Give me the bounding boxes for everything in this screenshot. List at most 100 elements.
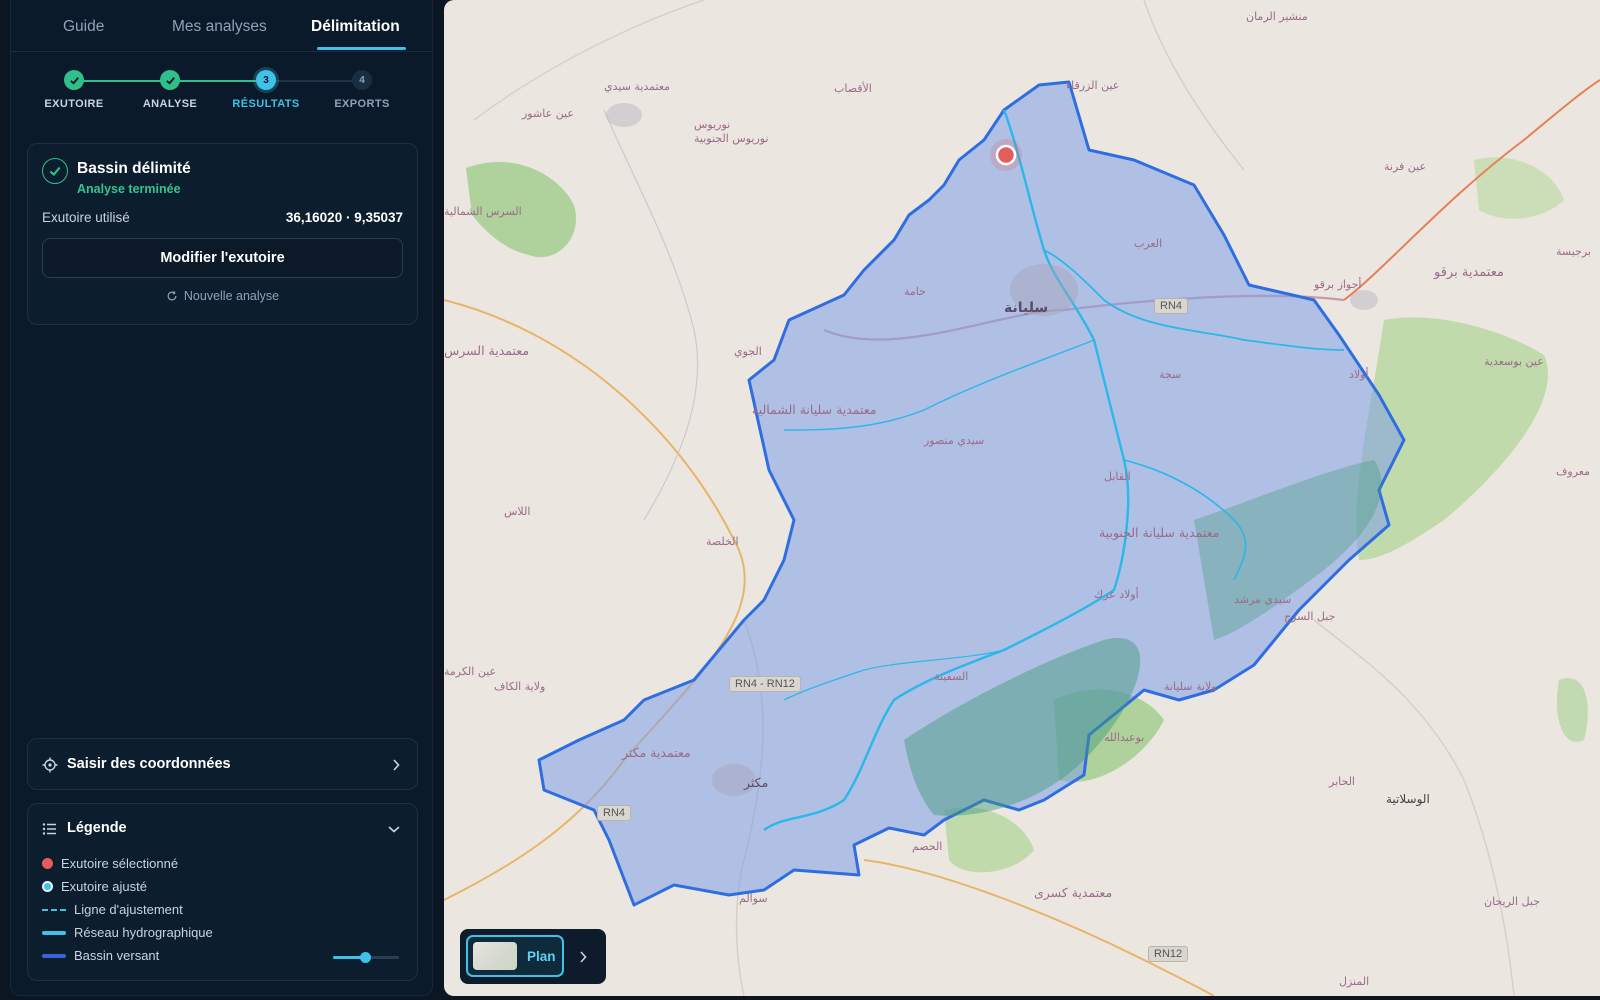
map-label: عين الكرمة: [444, 665, 497, 678]
step-label-exports: EXPORTS: [334, 98, 390, 110]
result-status-card: Bassin délimité Analyse terminée Exutoir…: [27, 143, 418, 325]
map-label: الحابر: [1329, 775, 1355, 788]
success-check-icon: [42, 158, 68, 184]
map-label: نوريوس: [694, 118, 731, 131]
map-canvas[interactable]: [444, 0, 1600, 996]
chevron-right-icon: [393, 759, 400, 771]
legend-label: Ligne d'ajustement: [74, 902, 183, 917]
map-label: معتمدية مكثر: [622, 745, 691, 760]
crosshair-icon: [42, 757, 58, 773]
legend-title: Légende: [67, 820, 127, 836]
refresh-icon: [167, 290, 177, 301]
map-label: العرب: [1134, 237, 1163, 250]
legend-label: Exutoire sélectionné: [61, 856, 179, 871]
list-icon: [42, 823, 56, 835]
new-analysis-link[interactable]: Nouvelle analyse: [28, 289, 417, 303]
map-label: أولاد عرك: [1094, 588, 1139, 601]
status-title: Bassin délimité: [77, 160, 191, 177]
map-label: معتمدية السرس: [444, 343, 530, 358]
thick-line-icon: [42, 930, 66, 935]
map-label: معتمدية سليانة الجنوبية: [1099, 525, 1220, 540]
map-label: معتمدية برقو: [1434, 265, 1504, 280]
tab-guide[interactable]: Guide: [63, 18, 104, 36]
stepper: 3 4 EXUTOIRE ANALYSE RÉSULTATS EXPORTS: [11, 52, 432, 122]
step-connector-1: [83, 80, 171, 82]
map-label: عين فرنة: [1384, 160, 1427, 173]
legend-item-river-network: Réseau hydrographique: [42, 925, 213, 940]
outlet-coordinates: 36,16020 · 9,35037: [285, 210, 403, 225]
legend-panel: Légende Exutoire sélectionné Exutoire aj…: [27, 803, 418, 981]
legend-label: Réseau hydrographique: [74, 925, 213, 940]
map-label: جبل الريحان: [1484, 895, 1541, 908]
step-1-check-icon[interactable]: [64, 70, 84, 90]
map-label: مكثر: [744, 775, 769, 790]
map-label: الحصم: [912, 840, 943, 853]
tab-mes-analyses[interactable]: Mes analyses: [172, 18, 267, 36]
basemap-switcher: Plan: [460, 929, 606, 984]
map-label: السرس الشمالية: [444, 205, 522, 218]
modify-outlet-button[interactable]: Modifier l'exutoire: [42, 238, 403, 278]
legend-item-selected-outlet: Exutoire sélectionné: [42, 856, 178, 871]
tab-delimitation[interactable]: Délimitation: [311, 18, 400, 36]
map-label: معتمدية سيدي: [604, 80, 671, 93]
map-label: القابل: [1104, 470, 1131, 483]
map-label: السفينة: [934, 670, 969, 683]
map-label: نوريوس الجنوبية: [694, 132, 769, 145]
map-label: ولاية الكاف: [494, 680, 546, 693]
opacity-slider-handle[interactable]: [360, 952, 371, 963]
step-connector-2: [179, 80, 267, 82]
map-label: المنزل: [1339, 975, 1370, 988]
new-analysis-label: Nouvelle analyse: [183, 289, 280, 303]
selected-outlet-marker: [995, 144, 1017, 166]
map-label: حامة: [904, 285, 926, 298]
outlet-label: Exutoire utilisé: [42, 210, 130, 225]
step-label-exutoire: EXUTOIRE: [44, 98, 104, 110]
legend-item-adjustment-line: Ligne d'ajustement: [42, 902, 183, 917]
enter-coordinates-label: Saisir des coordonnées: [67, 756, 231, 772]
opacity-slider[interactable]: [333, 952, 399, 963]
map-label: بوعبدالله: [1104, 731, 1145, 744]
map-label: سوالم: [739, 892, 768, 905]
app-root: Guide Mes analyses Délimitation 3 4 EXUT…: [0, 0, 1600, 1000]
map-label: جبل السرج: [1284, 610, 1336, 623]
map-label: معتمدية كسرى: [1034, 885, 1113, 900]
status-subtitle: Analyse terminée: [77, 182, 181, 196]
basemap-plan-button[interactable]: Plan: [466, 935, 564, 977]
step-4-circle[interactable]: 4: [352, 70, 372, 90]
step-2-check-icon[interactable]: [160, 70, 180, 90]
map-label: الوسلاتية: [1386, 792, 1430, 806]
map-label: اللاس: [504, 505, 531, 518]
map-label: الأقصاب: [834, 82, 872, 95]
step-connector-3: [275, 80, 363, 82]
map-label: معروف: [1556, 465, 1590, 478]
map-label: عين بوسعدية: [1484, 355, 1544, 368]
step-3-circle[interactable]: 3: [256, 70, 276, 90]
tab-bar: Guide Mes analyses Délimitation: [11, 0, 432, 52]
enter-coordinates-panel[interactable]: Saisir des coordonnées: [27, 738, 418, 790]
map-label: معتمدية سليانة الشمالية: [752, 402, 877, 417]
map-label: أولاد: [1349, 368, 1369, 381]
cyan-dot-icon: [42, 881, 53, 892]
map-label: منشير الرمان: [1246, 10, 1308, 23]
legend-label: Exutoire ajusté: [61, 879, 147, 894]
map-label: عين الزرقاء: [1066, 79, 1120, 92]
map-label: ولاية سليانة: [1164, 680, 1217, 693]
blue-line-icon: [42, 953, 66, 958]
chevron-down-icon[interactable]: [387, 824, 401, 834]
chevron-right-icon[interactable]: [578, 950, 588, 964]
sidebar: Guide Mes analyses Délimitation 3 4 EXUT…: [10, 0, 433, 996]
map-view[interactable]: منشير الرمان معتمدية سيدي عين عاشور نوري…: [444, 0, 1600, 996]
legend-item-watershed: Bassin versant: [42, 948, 159, 963]
map-label: برجيسة: [1556, 245, 1591, 258]
road-shield-rn12: RN12: [1148, 946, 1189, 962]
map-label: سليانة: [1004, 300, 1049, 316]
step-label-resultats: RÉSULTATS: [232, 98, 300, 110]
legend-item-adjusted-outlet: Exutoire ajusté: [42, 879, 147, 894]
road-shield-rn4: RN4: [597, 805, 632, 821]
legend-label: Bassin versant: [74, 948, 160, 963]
basemap-plan-label: Plan: [527, 948, 556, 964]
dashed-line-icon: [42, 908, 66, 911]
map-label: الجوي: [734, 345, 762, 358]
map-label: سيدي مرشد: [1234, 593, 1292, 606]
map-label: سجة: [1159, 368, 1182, 381]
